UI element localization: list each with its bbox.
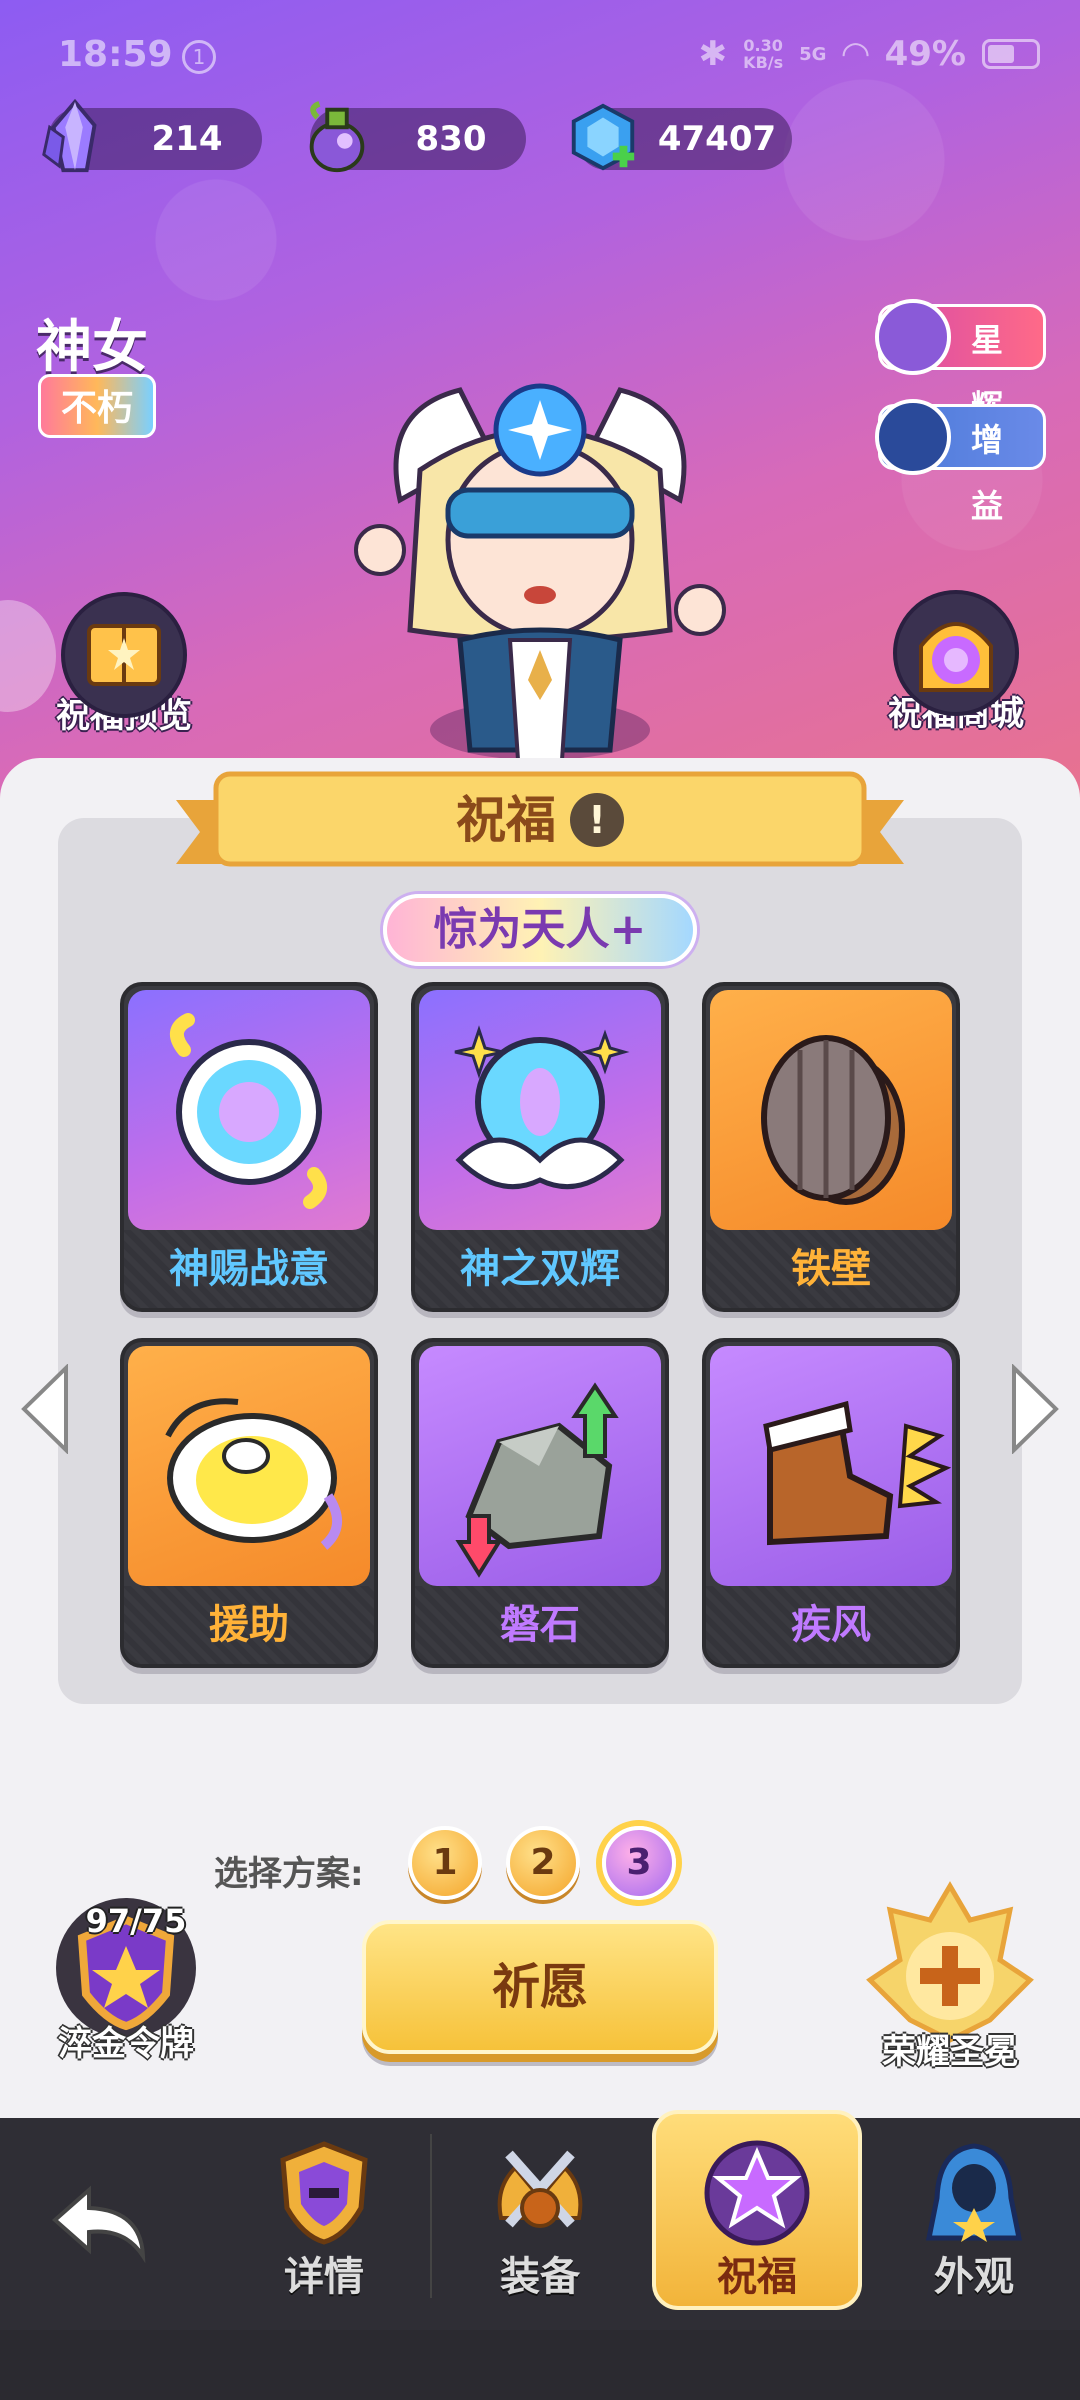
nav-tab-equipment[interactable]: 装备 <box>440 2130 640 2310</box>
blessing-shop-button[interactable]: 祝福商城 <box>856 590 1056 735</box>
gem-plus-icon <box>571 103 635 171</box>
panel-title: 祝福! <box>176 770 904 874</box>
star-glow-icon <box>875 299 951 375</box>
blessing-card-name: 神之双辉 <box>415 1230 665 1308</box>
battery-percent: 49% <box>884 34 966 74</box>
book-icon <box>61 592 187 718</box>
blessing-card-name: 铁壁 <box>706 1230 956 1308</box>
currency-gem-value: 47407 <box>657 119 777 159</box>
currency-crystal-value: 214 <box>151 119 223 159</box>
blessing-card-name: 磐石 <box>415 1586 665 1664</box>
hero-character-image <box>354 383 726 762</box>
iron-shield-icon <box>710 990 952 1230</box>
nav-tab-blessing[interactable]: 祝福 <box>657 2130 857 2310</box>
buff-up-icon <box>875 399 951 475</box>
blessing-card-divine-will[interactable]: 神赐战意 <box>120 982 378 1312</box>
plan-select-label: 选择方案: <box>214 1854 364 1894</box>
nav-divider <box>430 2134 432 2298</box>
status-bar: 18:59 1 ✱ 0.30 KB/s 5G ◠ 49% <box>0 0 1080 110</box>
nav-label-details: 详情 <box>284 2254 364 2300</box>
gold-token-button[interactable]: 97/75 淬金令牌 <box>46 1898 206 2065</box>
boot-icon <box>710 1346 952 1586</box>
network-speed: 0.30 KB/s <box>743 36 784 72</box>
status-time: 18:59 <box>58 34 173 75</box>
nav-tab-appearance[interactable]: 外观 <box>874 2130 1074 2310</box>
blessing-card-gale[interactable]: 疾风 <box>702 1338 960 1668</box>
hero-name: 神女 <box>36 315 148 380</box>
hero-rarity-tag: 不朽 <box>38 374 156 438</box>
knight-helmet-icon <box>269 2138 379 2248</box>
nav-label-appearance: 外观 <box>934 2254 1014 2300</box>
blessing-card-twin-glow[interactable]: 神之双辉 <box>411 982 669 1312</box>
blessing-card-name: 神赐战意 <box>124 1230 374 1308</box>
blessing-card-iron-wall[interactable]: 铁壁 <box>702 982 960 1312</box>
crystal-icon <box>42 98 97 173</box>
divine-orb-icon <box>128 990 370 1230</box>
token-label: 淬金令牌 <box>58 2024 194 2064</box>
token-count: 97/75 <box>85 1902 187 1940</box>
shop-portal-icon <box>893 590 1019 716</box>
panel-title-text: 祝福 <box>456 791 556 849</box>
next-page-arrow[interactable] <box>1010 1364 1060 1454</box>
nav-label-blessing: 祝福 <box>717 2254 797 2300</box>
blessing-card-name: 援助 <box>124 1586 374 1664</box>
honor-crown-label: 荣耀圣冕 <box>882 2032 1018 2072</box>
twin-glow-icon <box>419 990 661 1230</box>
back-button[interactable] <box>0 2130 200 2310</box>
blessing-card-boulder[interactable]: 磐石 <box>411 1338 669 1668</box>
nav-label-equipment: 装备 <box>500 2254 580 2300</box>
notification-badge: 1 <box>182 40 216 74</box>
nav-tab-details[interactable]: 详情 <box>224 2130 424 2310</box>
plan-option-2[interactable]: 2 <box>506 1826 580 1900</box>
potion-icon <box>309 101 365 173</box>
blessing-card-name: 疾风 <box>706 1586 956 1664</box>
info-icon[interactable]: ! <box>570 792 624 847</box>
crossed-swords-icon <box>485 2138 595 2248</box>
helmet-icon <box>128 1346 370 1586</box>
wish-button[interactable]: 祈愿 <box>362 1920 718 2054</box>
blessing-card-assist[interactable]: 援助 <box>120 1338 378 1668</box>
honor-crown-button[interactable]: 荣耀圣冕 <box>860 1880 1040 2073</box>
signal-label: 5G <box>799 43 827 65</box>
bluetooth-icon: ✱ <box>698 34 728 74</box>
system-gesture-bar <box>0 2330 1080 2400</box>
star-button[interactable]: 星辉 <box>875 299 1046 425</box>
rock-icon <box>419 1346 661 1586</box>
blessing-preview-button[interactable]: 祝福预览 <box>24 592 224 737</box>
plan-option-1[interactable]: 1 <box>408 1826 482 1900</box>
previous-page-arrow[interactable] <box>20 1364 70 1454</box>
currency-gem[interactable]: 47407 <box>571 103 792 171</box>
battery-icon <box>982 39 1040 69</box>
currency-potion[interactable]: 830 <box>309 101 526 173</box>
plan-option-3[interactable]: 3 <box>602 1826 676 1900</box>
back-arrow-icon <box>51 2185 146 2264</box>
hooded-cloak-icon <box>919 2138 1029 2248</box>
purple-star-icon <box>702 2138 812 2248</box>
currency-potion-value: 830 <box>415 119 487 159</box>
buff-button[interactable]: 增益 <box>875 399 1046 525</box>
blessing-mode-badge: 惊为天人+ <box>383 894 697 966</box>
wifi-icon: ◠ <box>842 34 869 74</box>
currency-crystal[interactable]: 214 <box>42 98 262 173</box>
